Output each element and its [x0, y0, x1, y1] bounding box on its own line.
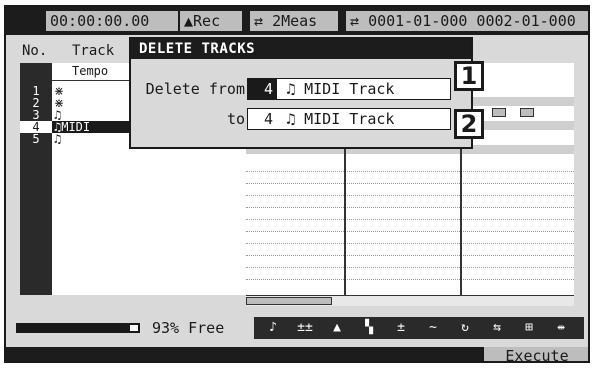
- loop-range[interactable]: ⇄ 0001-01-000 0002-01-000: [346, 11, 588, 31]
- timeline-gridline: [246, 207, 574, 208]
- delete-to-label: to: [226, 110, 245, 128]
- grid-icon[interactable]: ⊞: [514, 317, 544, 339]
- transpose-icon[interactable]: ±: [386, 317, 416, 339]
- callout-1: 1: [454, 61, 484, 91]
- rec-mode[interactable]: ▲Rec: [180, 11, 242, 31]
- rec-icon: ▲: [184, 12, 194, 30]
- bottom-area: 93% Free ♪ ±± ▲ ▚ ± ∼ ↻ ⇆ ⊞ ⇹: [6, 309, 588, 349]
- rec-label: Rec: [193, 12, 221, 30]
- memory-bar: [16, 323, 140, 333]
- timeline-gridline: [246, 231, 574, 232]
- quantize-icon[interactable]: ±±: [290, 317, 320, 339]
- device-screen-frame: 00:00:00.00 ▲Rec ⇄ 2Meas ⇄ 0001-01-000 0…: [4, 5, 590, 363]
- expand-icon[interactable]: ⇹: [546, 317, 576, 339]
- delete-to-field[interactable]: 4 ♫ MIDI Track: [247, 108, 451, 130]
- time-display: 00:00:00.00: [46, 11, 178, 31]
- phrase-block[interactable]: [520, 108, 534, 117]
- curve-icon[interactable]: ∼: [418, 317, 448, 339]
- tempo-track-label[interactable]: Tempo: [72, 65, 108, 77]
- loop-length[interactable]: ⇄ 2Meas: [250, 11, 338, 31]
- column-header-track: Track: [72, 43, 115, 59]
- edit-toolbar: ♪ ±± ▲ ▚ ± ∼ ↻ ⇆ ⊞ ⇹: [254, 317, 584, 339]
- memory-free-text: 93% Free: [152, 319, 225, 337]
- callout-2: 2: [454, 109, 484, 139]
- timeline-gridline: [246, 183, 574, 184]
- memory-fill: [18, 325, 130, 331]
- column-header-no: No.: [22, 43, 48, 59]
- timeline-gridline: [246, 219, 574, 220]
- loop-icon: ⇄: [254, 12, 264, 30]
- timeline-gridline: [246, 255, 574, 256]
- phrase-block[interactable]: [492, 108, 506, 117]
- from-track-name: ♫ MIDI Track: [286, 80, 395, 98]
- velocity-icon[interactable]: ▲: [322, 317, 352, 339]
- delete-from-label: Delete from: [145, 80, 245, 98]
- execute-button[interactable]: Execute: [482, 347, 588, 361]
- time-value: 00:00:00.00: [50, 12, 150, 30]
- loop-meas-label: 2Meas: [272, 12, 318, 30]
- delete-tracks-dialog: DELETE TRACKS Delete from 4 ♫ MIDI Track…: [129, 37, 473, 149]
- midi-track-icon: ♫: [54, 132, 62, 146]
- status-bar: 00:00:00.00 ▲Rec ⇄ 2Meas ⇄ 0001-01-000 0…: [6, 7, 588, 35]
- timeline-scrollbar[interactable]: [246, 295, 574, 306]
- from-track-number[interactable]: 4: [248, 79, 278, 99]
- dialog-title: DELETE TRACKS: [131, 39, 471, 59]
- timeline-gridline: [246, 171, 574, 172]
- loop-icon[interactable]: ↻: [450, 317, 480, 339]
- timeline-gridline: [246, 279, 574, 280]
- delete-from-field[interactable]: 4 ♫ MIDI Track: [247, 78, 451, 100]
- note-icon[interactable]: ♪: [258, 317, 288, 339]
- screen: 00:00:00.00 ▲Rec ⇄ 2Meas ⇄ 0001-01-000 0…: [0, 0, 595, 368]
- timeline-gridline: [246, 267, 574, 268]
- step-icon[interactable]: ▚: [354, 317, 384, 339]
- timeline-scroll-thumb[interactable]: [246, 297, 332, 305]
- loop-range-value: 0001-01-000 0002-01-000: [368, 12, 576, 30]
- to-track-number[interactable]: 4: [248, 109, 277, 129]
- timeline-gridline: [246, 195, 574, 196]
- track-number-column: 1 2 3 4 5: [20, 63, 52, 295]
- track-number-5[interactable]: 5: [20, 133, 52, 145]
- swap-icon[interactable]: ⇆: [482, 317, 512, 339]
- loop-range-icon: ⇄: [350, 12, 360, 30]
- timeline-gridline: [246, 243, 574, 244]
- track-name: MIDI: [61, 120, 91, 134]
- to-track-name: ♫ MIDI Track: [286, 110, 395, 128]
